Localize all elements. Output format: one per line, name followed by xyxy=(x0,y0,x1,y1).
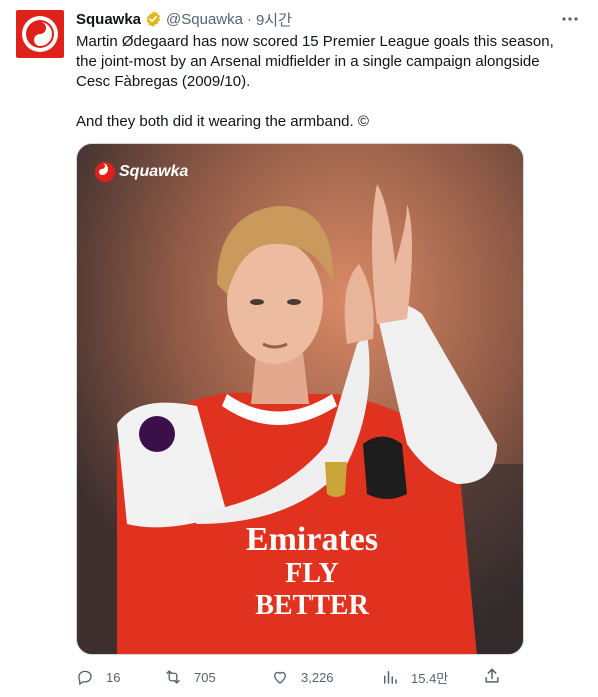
tweet-header: Squawka @Squawka · 9시간 xyxy=(76,9,582,29)
reply-icon xyxy=(78,670,92,685)
verified-badge-icon[interactable] xyxy=(144,10,162,28)
jersey-sponsor-line1: Emirates xyxy=(245,521,379,558)
tweet-text: Martin Ødegaard has now scored 15 Premie… xyxy=(76,33,554,130)
jersey-sponsor: Emirates FLY BETTER xyxy=(237,522,387,622)
like-button[interactable]: 3,226 xyxy=(271,668,381,686)
reply-button[interactable]: 16 xyxy=(76,668,164,686)
retweet-button[interactable]: 705 xyxy=(164,668,271,686)
media-watermark: Squawka xyxy=(95,162,188,182)
tweet-timestamp[interactable]: 9시간 xyxy=(256,9,292,30)
watermark-label: Squawka xyxy=(119,163,189,180)
heart-icon xyxy=(274,671,286,684)
avatar[interactable] xyxy=(16,10,64,58)
retweet-count: 705 xyxy=(194,669,216,685)
jersey-sponsor-line2: FLY BETTER xyxy=(255,558,369,621)
tweet-actions: 16 705 3,226 15.4만 xyxy=(76,666,500,688)
views-button[interactable]: 15.4만 xyxy=(381,668,489,687)
view-count: 15.4만 xyxy=(411,670,449,686)
more-options-icon[interactable] xyxy=(558,9,582,29)
squawka-watermark-icon xyxy=(95,162,115,182)
like-count: 3,226 xyxy=(301,669,334,685)
squawka-logo-icon xyxy=(22,16,58,52)
author-name[interactable]: Squawka xyxy=(76,11,141,28)
views-chart-icon xyxy=(384,671,397,684)
reply-count: 16 xyxy=(106,669,121,685)
separator-dot: · xyxy=(246,10,252,28)
tweet-media-image[interactable]: Emirates FLY BETTER Squawka xyxy=(76,143,524,655)
retweet-icon xyxy=(166,670,180,684)
author-handle[interactable]: @Squawka xyxy=(166,11,243,28)
share-icon[interactable] xyxy=(482,666,502,686)
